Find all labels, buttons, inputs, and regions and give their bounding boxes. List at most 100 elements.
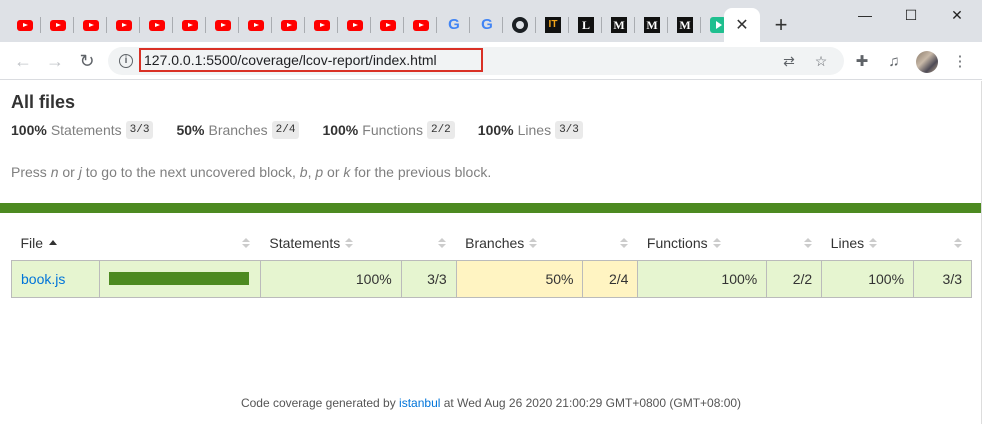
column-label: Lines (830, 235, 865, 251)
browser-tab[interactable] (273, 8, 305, 42)
branches-fraction: 2/4 (582, 259, 639, 298)
menu-icon[interactable]: ⋮ (950, 52, 970, 72)
table-header-row: File Statements Branches Functions Lines (12, 229, 972, 257)
youtube-icon (281, 19, 297, 31)
column-lines-raw[interactable] (914, 229, 972, 257)
column-file[interactable]: File (12, 229, 100, 257)
tab-separator (601, 17, 602, 33)
tab-separator (502, 17, 503, 33)
address-bar[interactable]: i 127.0.0.1:5500/coverage/lcov-report/in… (108, 47, 844, 75)
hint-text: or (323, 164, 344, 180)
maximize-button[interactable]: ☐ (888, 4, 934, 26)
browser-tab[interactable] (504, 8, 536, 42)
column-statements-raw[interactable] (401, 229, 456, 257)
lines-fraction: 3/3 (913, 259, 972, 298)
tab-separator (172, 17, 173, 33)
youtube-icon (50, 19, 66, 31)
summary-lines: 100% Lines 3/3 (478, 121, 583, 139)
tab-separator (568, 17, 569, 33)
browser-tab[interactable] (240, 8, 272, 42)
file-link[interactable]: book.js (21, 271, 65, 287)
tab-separator (535, 17, 536, 33)
column-functions[interactable]: Functions (638, 229, 767, 257)
summary-fraction: 3/3 (555, 121, 583, 139)
browser-tab[interactable] (141, 8, 173, 42)
google-icon: G (481, 16, 493, 33)
footer-text: Code coverage generated by (240, 396, 400, 410)
bookmark-star-icon[interactable]: ☆ (812, 52, 830, 70)
browser-tab[interactable] (75, 8, 107, 42)
browser-tab[interactable] (174, 8, 206, 42)
sort-icon (869, 238, 878, 249)
coverage-bar-cell (98, 259, 261, 298)
close-tab-icon[interactable]: ✕ (735, 15, 748, 35)
reload-button[interactable]: ↻ (74, 48, 100, 74)
tab-separator (106, 17, 107, 33)
column-file-bar[interactable] (99, 229, 260, 257)
extensions-icon[interactable]: ✚ (852, 52, 872, 72)
column-lines[interactable]: Lines (822, 229, 914, 257)
youtube-icon (215, 19, 231, 31)
medium-icon: M (677, 17, 693, 33)
tab-separator (469, 17, 470, 33)
profile-avatar[interactable] (916, 51, 938, 73)
summary-fraction: 2/4 (271, 121, 300, 139)
istanbul-link[interactable]: istanbul (399, 396, 440, 410)
sort-icon (438, 238, 447, 248)
summary-pct: 100% (322, 122, 359, 138)
coverage-bar (108, 272, 249, 285)
browser-tab[interactable] (372, 8, 404, 42)
summary-statements: 100% Statements 3/3 (11, 121, 154, 139)
browser-tab[interactable] (108, 8, 140, 42)
url-text[interactable]: 127.0.0.1:5500/coverage/lcov-report/inde… (144, 52, 437, 68)
browser-tab[interactable] (42, 8, 74, 42)
sort-ascending-icon (49, 239, 58, 245)
active-tab[interactable]: ✕ (724, 8, 760, 42)
tab-separator (139, 17, 140, 33)
github-icon (512, 17, 528, 33)
summary-functions: 100% Functions 2/2 (322, 121, 455, 139)
statements-pct: 100% (259, 259, 402, 298)
close-window-button[interactable]: ✕ (934, 4, 980, 26)
sort-icon (803, 238, 812, 248)
browser-tab[interactable]: L (570, 8, 602, 42)
column-branches[interactable]: Branches (456, 229, 583, 257)
youtube-icon (413, 19, 429, 31)
column-branches-raw[interactable] (583, 229, 638, 257)
summary-pct: 100% (477, 122, 514, 138)
sort-icon (712, 238, 721, 249)
sort-icon (345, 238, 354, 249)
browser-tab[interactable] (9, 8, 41, 42)
browser-tab[interactable]: M (636, 8, 668, 42)
branches-pct: 50% (455, 259, 584, 298)
browser-tab[interactable]: IT (537, 8, 569, 42)
browser-tab[interactable]: M (603, 8, 635, 42)
translate-icon[interactable]: ⇄ (780, 52, 798, 70)
browser-tab[interactable] (207, 8, 239, 42)
statements-fraction: 3/3 (400, 259, 457, 298)
browser-tab[interactable] (405, 8, 437, 42)
summary-pct: 50% (176, 122, 205, 138)
youtube-icon (314, 19, 330, 31)
it-icon: IT (545, 17, 561, 33)
browser-tab[interactable]: M (669, 8, 701, 42)
media-control-icon[interactable]: ♫ (884, 52, 904, 72)
column-functions-raw[interactable] (767, 229, 822, 257)
summary-pct: 100% (11, 122, 47, 138)
back-button[interactable]: ← (10, 48, 36, 74)
tab-separator (403, 17, 404, 33)
summary-fraction: 3/3 (125, 121, 154, 139)
browser-tab[interactable] (339, 8, 371, 42)
browser-tab[interactable] (306, 8, 338, 42)
column-statements[interactable]: Statements (260, 229, 401, 257)
minimize-button[interactable]: — (842, 4, 888, 26)
sort-icon (529, 238, 538, 249)
forward-button[interactable]: → (42, 48, 68, 74)
info-icon[interactable]: i (119, 54, 133, 68)
coverage-table: File Statements Branches Functions Lines… (11, 229, 972, 298)
sort-icon (242, 238, 251, 248)
tab-separator (370, 17, 371, 33)
browser-tab[interactable]: G (471, 8, 503, 42)
new-tab-button[interactable]: + (768, 12, 794, 38)
browser-tab[interactable]: G (438, 8, 470, 42)
